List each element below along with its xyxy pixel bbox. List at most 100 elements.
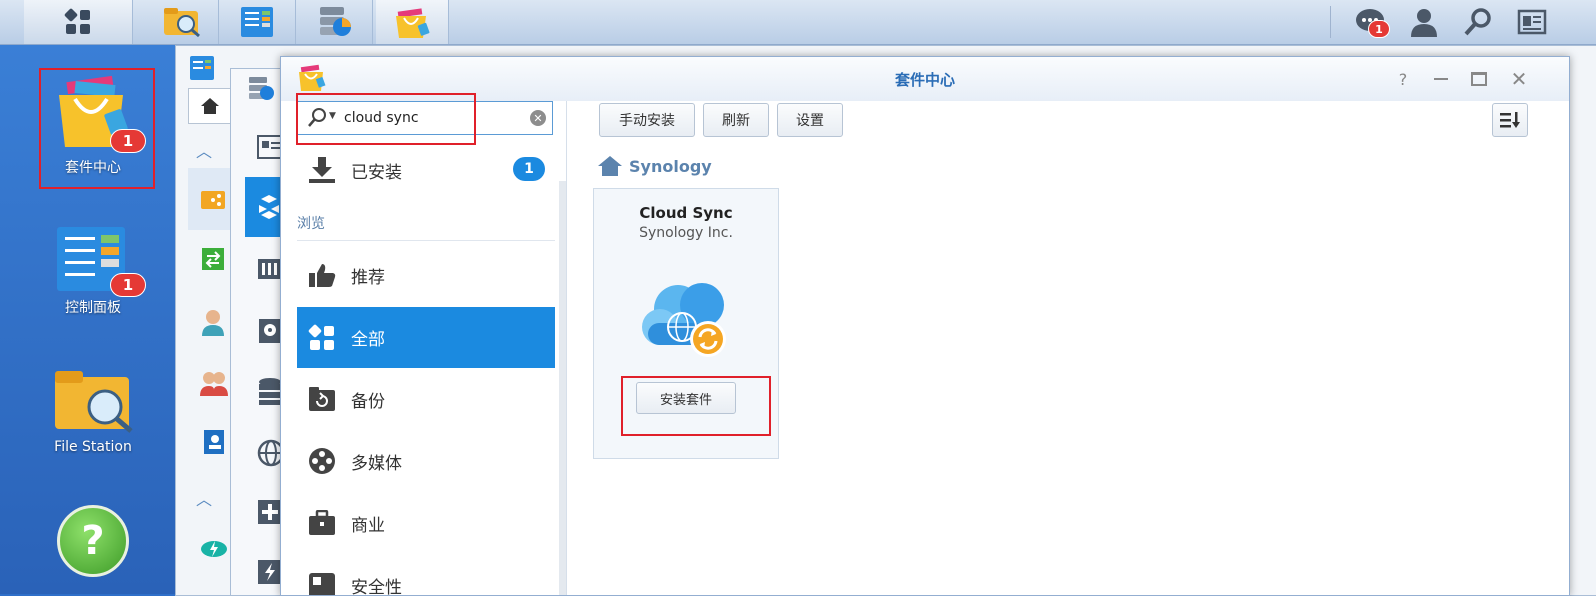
package-center-badge: 1 bbox=[110, 129, 146, 153]
cloud-sync-icon bbox=[638, 273, 734, 367]
main-menu-icon bbox=[64, 8, 90, 34]
minimize-icon bbox=[1434, 78, 1448, 80]
manual-install-button[interactable]: 手动安装 bbox=[599, 103, 695, 137]
maximize-button[interactable] bbox=[1469, 69, 1489, 89]
desktop-icon-label: 控制面板 bbox=[65, 300, 121, 316]
package-publisher: Synology Inc. bbox=[639, 225, 733, 241]
quickconnect-icon[interactable] bbox=[200, 536, 228, 562]
chevron-up-icon[interactable]: ︿ bbox=[196, 486, 212, 510]
sidebar-item-business[interactable]: 商业 bbox=[297, 493, 555, 553]
control-panel-badge: 1 bbox=[110, 273, 146, 297]
download-icon bbox=[307, 155, 337, 185]
package-name: Cloud Sync bbox=[639, 204, 733, 222]
minimize-button[interactable] bbox=[1431, 69, 1451, 89]
sidebar-item-label: 多媒体 bbox=[351, 453, 402, 474]
install-package-button[interactable]: 安装套件 bbox=[636, 382, 736, 414]
cubes-icon bbox=[259, 195, 279, 219]
taskbar-divider bbox=[1330, 6, 1331, 38]
notification-badge: 1 bbox=[1368, 20, 1390, 38]
sidebar-item-installed[interactable]: 已安装 1 bbox=[297, 139, 555, 201]
section-divider bbox=[297, 240, 555, 241]
taskbar: 1 bbox=[0, 0, 1596, 45]
window-titlebar[interactable]: 套件中心 ? ✕ bbox=[281, 57, 1569, 101]
taskbar-file-station[interactable] bbox=[146, 0, 219, 44]
desktop-icon-help[interactable]: ? bbox=[38, 505, 148, 577]
breadcrumb-label: Synology bbox=[629, 156, 712, 176]
desktop-icon-label: File Station bbox=[54, 439, 132, 455]
shared-folder-icon bbox=[201, 191, 225, 209]
clear-search-button[interactable]: ✕ bbox=[530, 110, 546, 126]
storage-manager-icon bbox=[245, 75, 275, 109]
user-icon bbox=[1411, 9, 1437, 37]
taskbar-package-center[interactable] bbox=[376, 0, 449, 44]
thumbs-up-icon bbox=[307, 260, 337, 290]
user-button[interactable] bbox=[1408, 6, 1440, 38]
sidebar-item-label: 商业 bbox=[351, 515, 385, 536]
chevron-down-icon[interactable]: ▼ bbox=[329, 111, 336, 121]
control-panel-icon bbox=[241, 7, 273, 37]
help-icon: ? bbox=[57, 505, 129, 577]
sort-button[interactable] bbox=[1492, 103, 1528, 137]
sidebar-item-recommended[interactable]: 推荐 bbox=[297, 245, 555, 305]
control-panel-icon bbox=[188, 54, 216, 86]
notifications-button[interactable]: 1 bbox=[1354, 6, 1390, 38]
search-icon bbox=[308, 108, 326, 127]
security-icon bbox=[307, 571, 337, 595]
search-field[interactable]: ▼ ✕ bbox=[297, 101, 553, 135]
question-icon: ? bbox=[1398, 69, 1408, 89]
sidebar-item-label: 备份 bbox=[351, 391, 385, 412]
user-icon[interactable] bbox=[200, 308, 226, 340]
settings-button[interactable]: 设置 bbox=[777, 103, 843, 137]
sidebar-item-label: 推荐 bbox=[351, 267, 385, 288]
package-card[interactable]: Cloud Sync Synology Inc. 安装套件 bbox=[593, 188, 779, 459]
home-icon bbox=[598, 156, 622, 176]
home-icon bbox=[201, 98, 219, 114]
sort-icon bbox=[1500, 112, 1520, 128]
breadcrumb[interactable]: Synology bbox=[597, 155, 712, 177]
sidebar-item-backup[interactable]: 备份 bbox=[297, 369, 555, 429]
sidebar-item-label: 安全性 bbox=[351, 578, 402, 595]
desktop: 1 套件中心 1 控制面板 File Station ? bbox=[0, 45, 175, 594]
window-title: 套件中心 bbox=[894, 71, 955, 89]
close-icon: ✕ bbox=[1510, 67, 1528, 91]
maximize-icon bbox=[1471, 72, 1487, 86]
sidebar-item-security[interactable]: 安全性 bbox=[297, 555, 555, 595]
main-menu-button[interactable] bbox=[24, 0, 133, 44]
file-services-icon[interactable] bbox=[200, 246, 226, 276]
help-glyph: ? bbox=[81, 518, 105, 564]
search-input[interactable] bbox=[344, 108, 524, 128]
taskbar-storage-manager[interactable] bbox=[296, 0, 373, 44]
backup-icon bbox=[307, 384, 337, 414]
package-center-icon bbox=[396, 8, 430, 38]
sidebar-item-all[interactable]: 全部 bbox=[297, 307, 555, 368]
widgets-icon bbox=[1517, 9, 1547, 35]
sidebar-item-label: 已安装 bbox=[351, 162, 402, 183]
sidebar-item-multimedia[interactable]: 多媒体 bbox=[297, 431, 555, 491]
film-reel-icon bbox=[307, 446, 337, 476]
package-center-window: 套件中心 ? ✕ ▼ ✕ 已安装 1 浏览 bbox=[280, 56, 1570, 596]
widgets-button[interactable] bbox=[1516, 6, 1548, 38]
storage-manager-icon bbox=[320, 7, 351, 36]
help-button[interactable]: ? bbox=[1393, 69, 1413, 89]
section-browse-label: 浏览 bbox=[297, 216, 325, 232]
sidebar-scrollbar[interactable] bbox=[559, 181, 566, 595]
clear-icon: ✕ bbox=[533, 111, 543, 125]
desktop-icon-control-panel[interactable]: 1 控制面板 bbox=[38, 225, 148, 317]
home-button[interactable] bbox=[188, 88, 232, 124]
installed-count-badge: 1 bbox=[513, 157, 545, 181]
desktop-icon-package-center[interactable]: 1 套件中心 bbox=[38, 75, 148, 177]
taskbar-control-panel[interactable] bbox=[219, 0, 296, 44]
close-button[interactable]: ✕ bbox=[1509, 67, 1529, 91]
package-content: 手动安装 刷新 设置 Synology Cloud Sync Synology … bbox=[575, 101, 1569, 595]
file-station-icon bbox=[55, 371, 133, 433]
package-sidebar: ▼ ✕ 已安装 1 浏览 推荐 全部 bbox=[281, 101, 567, 595]
desktop-icon-file-station[interactable]: File Station bbox=[38, 365, 148, 455]
group-icon[interactable] bbox=[200, 368, 228, 400]
search-icon bbox=[1464, 8, 1491, 36]
briefcase-icon bbox=[307, 508, 337, 538]
refresh-button[interactable]: 刷新 bbox=[703, 103, 769, 137]
search-button[interactable] bbox=[1462, 6, 1494, 38]
domain-icon[interactable] bbox=[202, 428, 226, 460]
desktop-icon-label: 套件中心 bbox=[65, 160, 121, 176]
chevron-up-icon[interactable]: ︿ bbox=[196, 138, 212, 162]
